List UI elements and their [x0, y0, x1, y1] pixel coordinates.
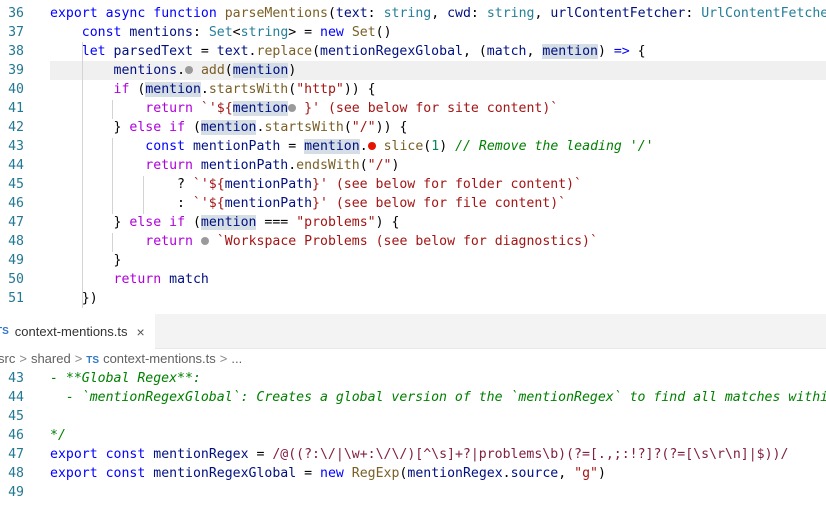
code-text[interactable]: mentions. add(mention) [50, 61, 296, 80]
chevron-right-icon: > [19, 351, 27, 366]
code-text[interactable]: */ [50, 426, 66, 445]
code-line[interactable]: 46 : `'${mentionPath}' (see below for fi… [0, 194, 826, 213]
line-number: 39 [8, 63, 24, 78]
code-text[interactable]: : `'${mentionPath}' (see below for file … [50, 194, 566, 213]
code-text[interactable]: return `'${mention }' (see below for sit… [50, 99, 558, 118]
code-line[interactable]: 47 export const mentionRegex = /@((?:\/|\… [0, 445, 826, 464]
code-line[interactable]: 37 const mentions: Set<string> = new Set… [0, 23, 826, 42]
code-line[interactable]: 45 [0, 407, 826, 426]
line-number: 44 [8, 390, 24, 405]
code-text[interactable]: export const mentionRegex = /@((?:\/|\w+… [50, 445, 788, 464]
code-line[interactable]: 44 - `mentionRegexGlobal`: Creates a glo… [0, 388, 826, 407]
tab-context-mentions[interactable]: TS context-mentions.ts × [0, 314, 155, 349]
code-line[interactable]: 50 return match [0, 270, 826, 289]
code-line[interactable]: 51 }) [0, 289, 826, 308]
line-number: 45 [8, 409, 24, 424]
code-line[interactable]: 48 return `Workspace Problems (see below… [0, 232, 826, 251]
close-icon[interactable]: × [137, 324, 145, 340]
code-text[interactable]: return `Workspace Problems (see below fo… [50, 232, 598, 251]
line-number: 38 [8, 44, 24, 59]
line-number: 43 [8, 139, 24, 154]
line-number: 49 [8, 253, 24, 268]
line-number: 36 [8, 6, 24, 21]
code-line[interactable]: 49 } [0, 251, 826, 270]
code-text[interactable]: } else if (mention.startsWith("/")) { [50, 118, 407, 137]
code-text[interactable]: ? `'${mentionPath}' (see below for folde… [50, 175, 582, 194]
line-number: 45 [8, 177, 24, 192]
breadcrumb: src > shared > TS context-mentions.ts >... [0, 349, 826, 369]
breadcrumb-item-symbol[interactable]: ... [231, 349, 242, 369]
line-number: 49 [8, 485, 24, 500]
indent-guide [112, 233, 113, 252]
bottom-editor-pane[interactable]: 43- **Global Regex**: 44 - `mentionRegexG… [0, 369, 826, 520]
typescript-file-icon: TS [0, 326, 9, 337]
indent-guide [82, 42, 83, 308]
line-number: 48 [8, 234, 24, 249]
code-line[interactable]: 49 [0, 483, 826, 502]
code-text[interactable]: } [50, 251, 122, 270]
typescript-file-icon: TS [86, 355, 100, 366]
code-text[interactable]: return mentionPath.endsWith("/") [50, 156, 399, 175]
code-line[interactable]: 45 ? `'${mentionPath}' (see below for fo… [0, 175, 826, 194]
code-text[interactable]: export async function parseMentions(text… [50, 4, 826, 23]
code-line[interactable]: 43 - **Global Regex**: [0, 369, 826, 388]
code-text[interactable]: const mentionPath = mention. slice(1) //… [50, 137, 654, 156]
line-number: 42 [8, 120, 24, 135]
code-text[interactable]: const mentions: Set<string> = new Set() [50, 23, 392, 42]
code-text[interactable]: let parsedText = text.replace(mentionReg… [50, 42, 646, 61]
line-number: 47 [8, 215, 24, 230]
code-line[interactable]: 48 export const mentionRegexGlobal = new … [0, 464, 826, 483]
line-number: 41 [8, 101, 24, 116]
line-number: 50 [8, 272, 24, 287]
code-line[interactable]: 46 */ [0, 426, 826, 445]
top-editor-pane[interactable]: 36 export async function parseMentions(te… [0, 0, 826, 314]
breadcrumb-item-src[interactable]: src [0, 349, 15, 369]
code-text[interactable]: - **Global Regex**: [50, 369, 201, 388]
line-number: 47 [8, 447, 24, 462]
line-number: 44 [8, 158, 24, 173]
code-text[interactable]: return match [50, 270, 209, 289]
code-line[interactable]: 47 } else if (mention === "problems") { [0, 213, 826, 232]
code-line[interactable]: 39 mentions. add(mention) [0, 61, 826, 80]
breadcrumb-item-file[interactable]: context-mentions.ts [103, 349, 216, 369]
code-line[interactable]: 44 return mentionPath.endsWith("/") [0, 156, 826, 175]
line-number: 48 [8, 466, 24, 481]
code-text[interactable]: export const mentionRegexGlobal = new Re… [50, 464, 606, 483]
code-line[interactable]: 41 return `'${mention }' (see below for … [0, 99, 826, 118]
code-line[interactable]: 43 const mentionPath = mention. slice(1)… [0, 137, 826, 156]
breadcrumb-item-shared[interactable]: shared [31, 349, 71, 369]
line-number: 43 [8, 371, 24, 386]
code-text[interactable]: } else if (mention === "problems") { [50, 213, 399, 232]
code-text[interactable]: - `mentionRegexGlobal`: Creates a global… [50, 388, 826, 407]
code-text[interactable]: if (mention.startsWith("http")) { [50, 80, 376, 99]
editor-tab-bar: TS context-mentions.ts × [0, 314, 826, 349]
indent-guide [143, 176, 144, 214]
line-number: 46 [8, 196, 24, 211]
code-line[interactable]: 38 let parsedText = text.replace(mention… [0, 42, 826, 61]
indent-guide [112, 138, 113, 214]
code-line[interactable]: 42 } else if (mention.startsWith("/")) { [0, 118, 826, 137]
code-line[interactable]: 40 if (mention.startsWith("http")) { [0, 80, 826, 99]
line-number: 51 [8, 291, 24, 306]
tab-label: context-mentions.ts [14, 324, 128, 339]
code-text[interactable]: }) [50, 289, 98, 308]
chevron-right-icon: > [74, 351, 83, 366]
line-number: 40 [8, 82, 24, 97]
line-number: 37 [8, 25, 24, 40]
code-line[interactable]: 36 export async function parseMentions(te… [0, 4, 826, 23]
chevron-right-icon: > [219, 351, 228, 366]
line-number: 46 [8, 428, 24, 443]
indent-guide [112, 100, 113, 119]
